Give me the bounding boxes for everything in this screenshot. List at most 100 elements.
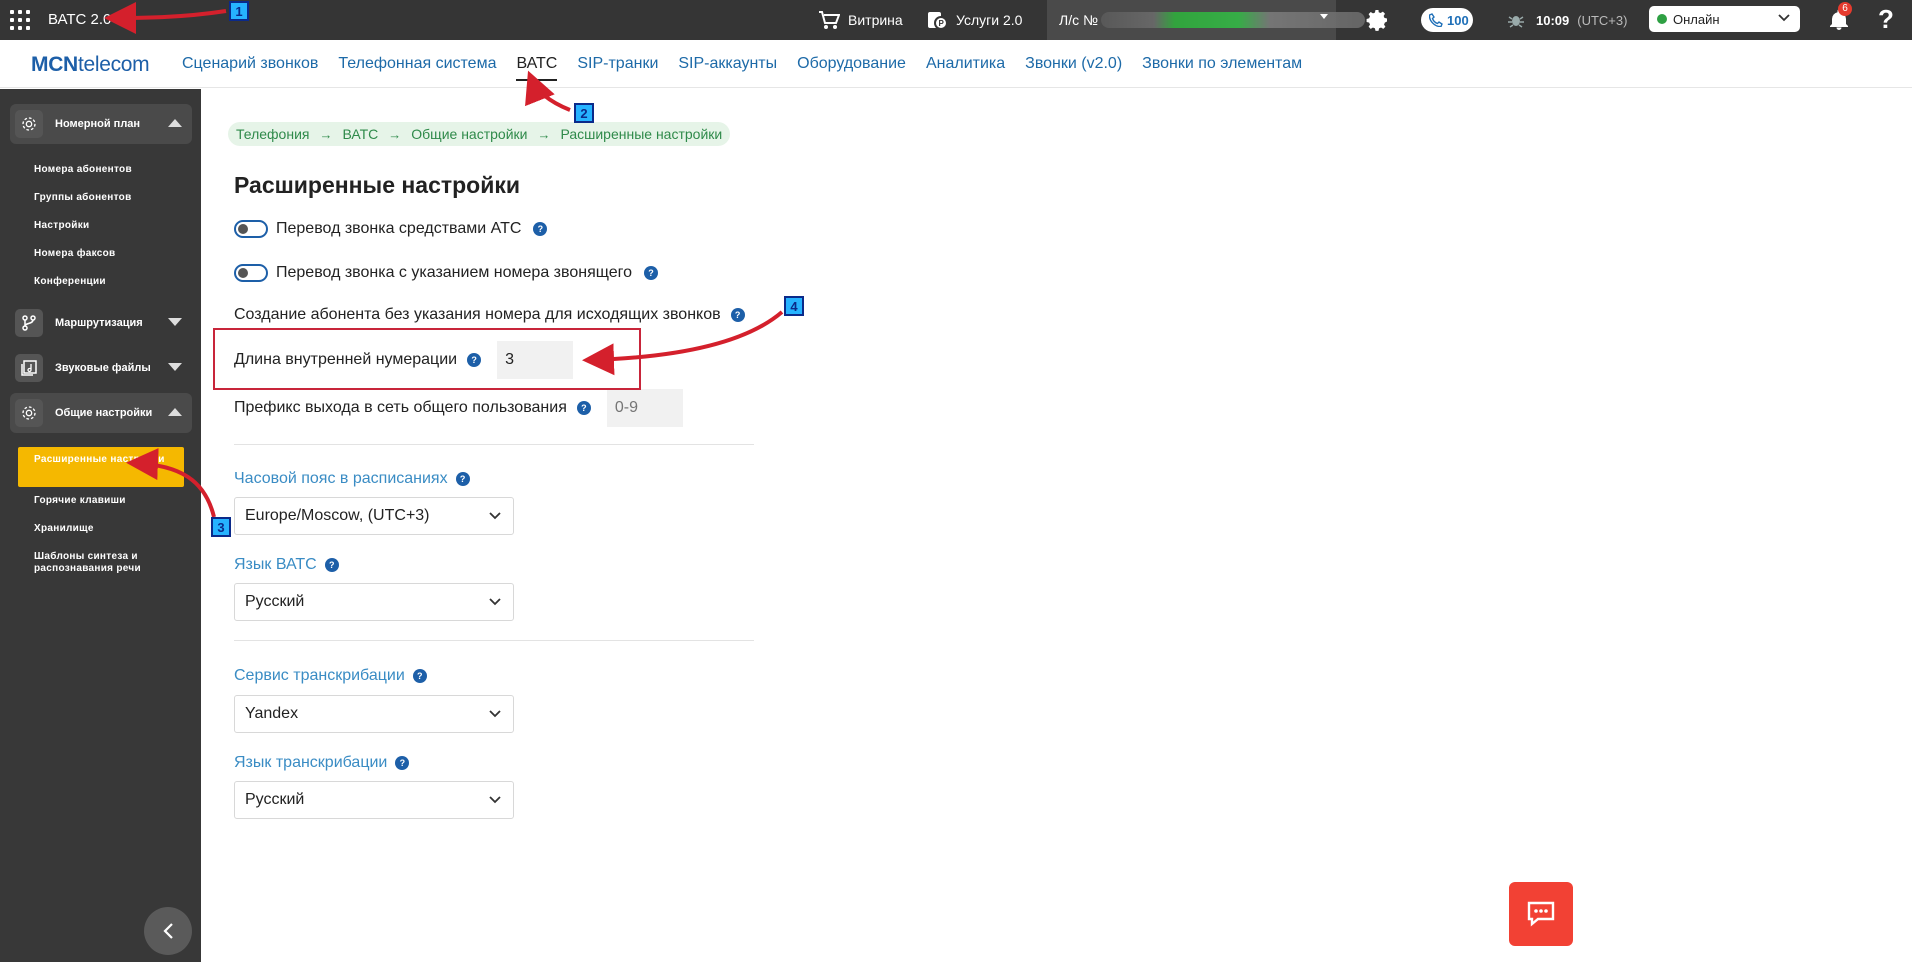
sidebar-item-hotkeys[interactable]: Горячие клавиши — [34, 495, 126, 506]
transcription-language-select[interactable]: Русский — [234, 781, 514, 819]
chevron-down-icon — [1778, 14, 1790, 22]
help-circle-icon[interactable]: ? — [324, 558, 339, 572]
sidebar-section-routing[interactable]: Маршрутизация — [10, 303, 192, 343]
language-label-row: Язык ВАТС ? — [234, 556, 339, 574]
help-circle-icon[interactable]: ? — [644, 266, 658, 280]
create-subscriber-row: Создание абонента без указания номера дл… — [234, 306, 745, 324]
annotation-badge: 3 — [211, 517, 231, 537]
chevron-up-icon — [168, 119, 182, 127]
logo[interactable]: MCNtelecom — [31, 53, 150, 77]
chat-icon — [1527, 901, 1555, 927]
sidebar-item-speech-templates[interactable]: Шаблоны синтеза и распознавания речи — [34, 551, 164, 575]
prefix-input[interactable] — [606, 389, 683, 427]
collapse-sidebar-button[interactable] — [144, 907, 192, 955]
breadcrumb-item-current: Расширенные настройки — [560, 126, 723, 142]
transcription-language-value: Русский — [245, 791, 305, 808]
account-label: Л/с № — [1059, 12, 1098, 28]
chevron-down-icon — [489, 512, 501, 520]
nav-link-phone-system[interactable]: Телефонная система — [338, 55, 496, 81]
sidebar-section-label: Номерной план — [55, 118, 141, 130]
account-selector[interactable]: Л/с № — [1047, 0, 1365, 40]
prefix-label: Префикс выхода в сеть общего пользования — [234, 399, 567, 416]
nav-link-calls-by-elements[interactable]: Звонки по элементам — [1142, 55, 1302, 81]
status-select[interactable]: Онлайн — [1649, 6, 1800, 32]
chevron-down-icon — [489, 796, 501, 804]
help-circle-icon[interactable]: ? — [455, 472, 470, 486]
nav-link-sip-trunks[interactable]: SIP-транки — [577, 55, 658, 81]
transcription-value: Yandex — [245, 705, 299, 722]
sidebar-section-label: Звуковые файлы — [55, 362, 151, 374]
caller-transfer-toggle[interactable] — [234, 264, 268, 282]
help-circle-icon[interactable]: ? — [412, 669, 427, 683]
chevron-up-icon — [168, 408, 182, 416]
transcription-language-label: Язык транскрибации — [234, 754, 388, 771]
nav-link-analytics[interactable]: Аналитика — [926, 55, 1005, 81]
timezone-select[interactable]: Europe/Moscow, (UTC+3) — [234, 497, 514, 535]
vitrina-link[interactable]: Витрина — [818, 9, 903, 31]
cart-icon — [819, 11, 840, 29]
chevron-down-icon — [168, 363, 182, 371]
gear-icon[interactable] — [1366, 8, 1390, 32]
nav-link-equipment[interactable]: Оборудование — [797, 55, 906, 81]
sidebar-item-conferences[interactable]: Конференции — [34, 276, 106, 287]
annotation-highlight-box — [213, 328, 641, 390]
create-subscriber-label: Создание абонента без указания номера дл… — [234, 306, 721, 323]
nav-link-calls-v2[interactable]: Звонки (v2.0) — [1025, 55, 1122, 81]
caller-transfer-row: Перевод звонка с указанием номера звонящ… — [234, 264, 658, 282]
language-select[interactable]: Русский — [234, 583, 514, 621]
apps-grid-icon[interactable] — [10, 10, 30, 30]
prefix-row: Префикс выхода в сеть общего пользования… — [234, 389, 683, 427]
help-circle-icon[interactable]: ? — [576, 401, 591, 415]
help-circle-icon[interactable]: ? — [730, 308, 745, 322]
breadcrumb-arrow-icon: → — [319, 126, 333, 142]
chevron-down-icon — [489, 598, 501, 606]
chevron-down-icon — [1320, 14, 1328, 19]
app-title[interactable]: ВАТС 2.0 — [48, 11, 111, 28]
sidebar-item-advanced-settings[interactable]: Расширенные настройки — [18, 447, 184, 487]
transcription-language-label-row: Язык транскрибации ? — [234, 754, 410, 772]
sidebar-section-sound-files[interactable]: Звуковые файлы — [10, 348, 192, 388]
services-link[interactable]: P Услуги 2.0 — [926, 9, 1022, 31]
caller-transfer-label: Перевод звонка с указанием номера звонящ… — [276, 264, 632, 281]
nav-link-sip-accounts[interactable]: SIP-аккаунты — [678, 55, 777, 81]
language-value: Русский — [245, 593, 305, 610]
annotation-badge: 1 — [229, 1, 249, 21]
sidebar-item-settings[interactable]: Настройки — [34, 220, 89, 231]
sidebar-item-fax-numbers[interactable]: Номера факсов — [34, 248, 116, 259]
help-circle-icon[interactable]: ? — [533, 222, 548, 236]
nav-links: Сценарий звонков Телефонная система ВАТС… — [182, 55, 1302, 81]
transcription-select[interactable]: Yandex — [234, 695, 514, 733]
ats-transfer-toggle[interactable] — [234, 220, 268, 238]
chevron-left-icon — [163, 923, 173, 939]
ats-transfer-label: Перевод звонка средствами АТС — [276, 220, 522, 237]
sidebar: Номерной план Номера абонентов Группы аб… — [0, 89, 201, 962]
sidebar-section-general-settings[interactable]: Общие настройки — [10, 393, 192, 433]
help-circle-icon[interactable]: ? — [395, 756, 410, 770]
svg-text:P: P — [939, 19, 945, 28]
sidebar-section-label: Общие настройки — [55, 407, 153, 419]
chevron-down-icon — [489, 710, 501, 718]
sidebar-item-subscriber-numbers[interactable]: Номера абонентов — [34, 164, 132, 175]
transcription-label: Сервис транскрибации — [234, 667, 405, 684]
timezone-value: Europe/Moscow, (UTC+3) — [245, 507, 430, 524]
sidebar-section-numbering[interactable]: Номерной план — [10, 104, 192, 144]
chat-button[interactable] — [1509, 882, 1573, 946]
logo-rest: telecom — [77, 53, 150, 76]
sidebar-item-subscriber-groups[interactable]: Группы абонентов — [34, 192, 132, 203]
clock-timezone: (UTC+3) — [1577, 12, 1628, 28]
nav-link-vats[interactable]: ВАТС — [516, 55, 558, 81]
annotation-badge: 2 — [574, 103, 594, 123]
gear-icon — [15, 110, 43, 138]
nav-link-call-scenario[interactable]: Сценарий звонков — [182, 55, 318, 81]
help-icon[interactable]: ? — [1878, 4, 1894, 35]
calls-count: 100 — [1447, 12, 1469, 28]
vitrina-label: Витрина — [848, 12, 903, 28]
sidebar-item-storage[interactable]: Хранилище — [34, 523, 94, 534]
transcription-label-row: Сервис транскрибации ? — [234, 667, 427, 685]
active-calls-counter[interactable]: 100 — [1421, 8, 1473, 32]
services-icon: P — [928, 12, 948, 30]
breadcrumb-item[interactable]: Общие настройки — [411, 126, 527, 142]
breadcrumb-item[interactable]: Телефония — [236, 126, 309, 142]
bug-icon[interactable] — [1507, 11, 1525, 29]
breadcrumb-item[interactable]: ВАТС — [342, 126, 378, 142]
